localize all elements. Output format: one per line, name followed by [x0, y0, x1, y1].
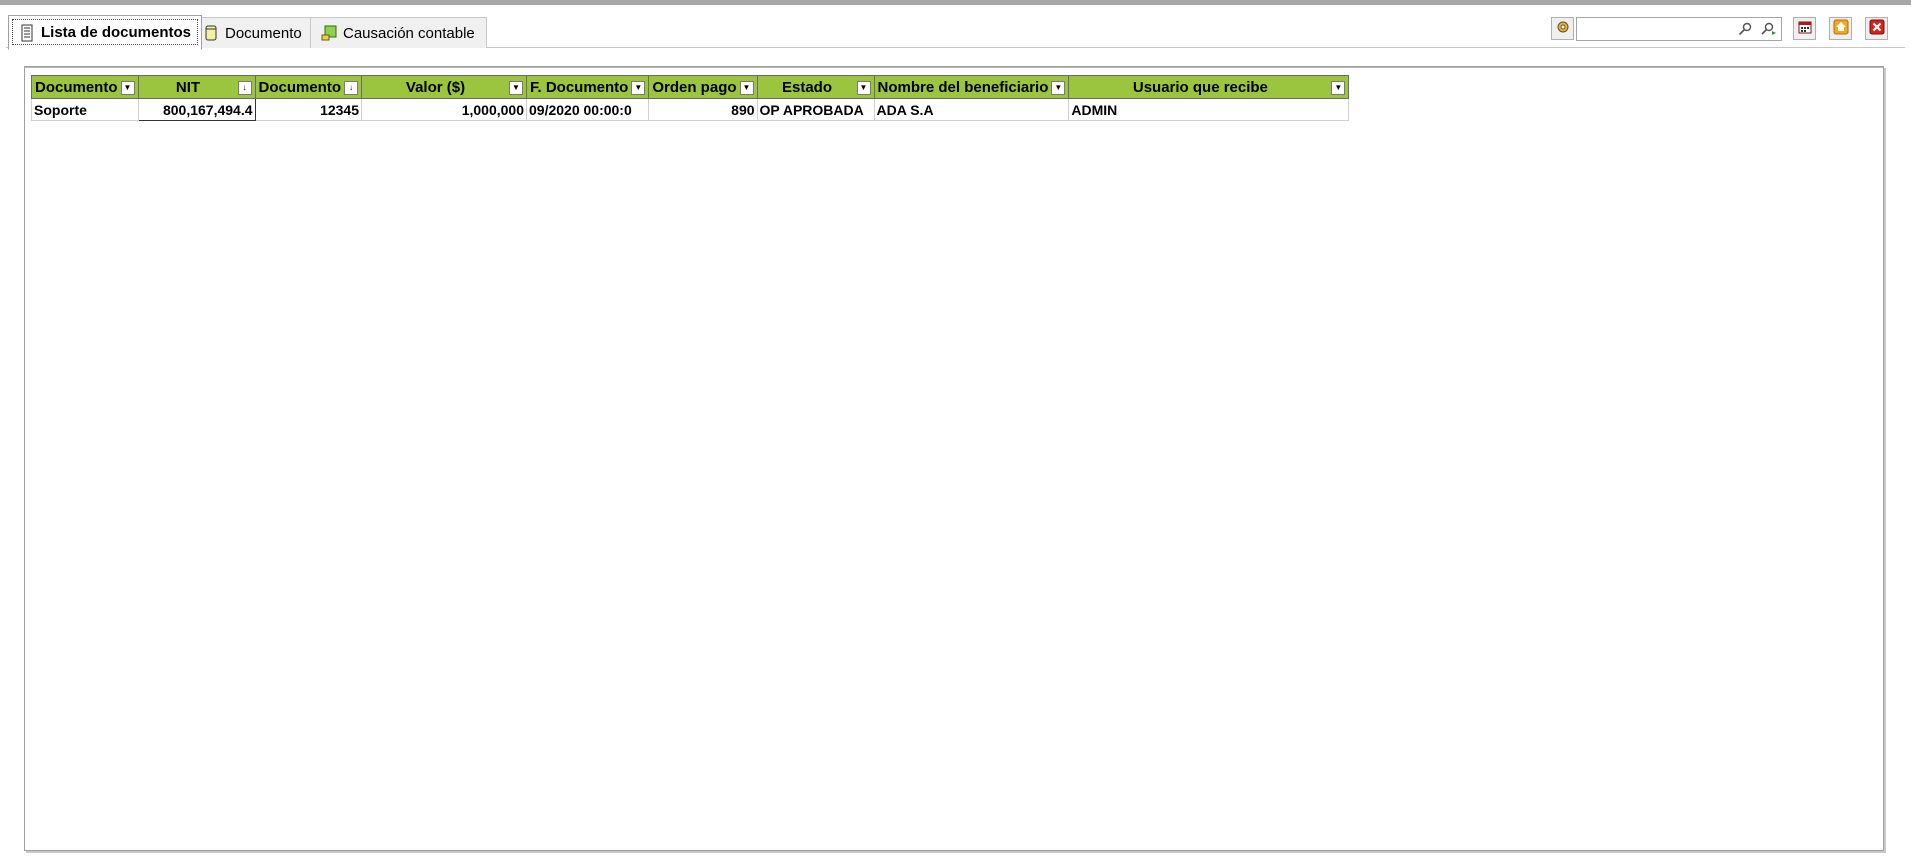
column-label: Nombre del beneficiario — [877, 78, 1049, 96]
column-label: F. Documento — [530, 78, 629, 96]
home-icon — [1833, 19, 1849, 38]
filter-dropdown-icon[interactable]: ▼ — [631, 81, 646, 95]
calendar-button[interactable] — [1793, 17, 1816, 40]
cell-fecha-documento[interactable]: 09/2020 00:00:0 — [525, 98, 650, 121]
cell-nit[interactable]: 800,167,494.4 — [137, 98, 256, 121]
cell-valor[interactable]: 1,000,000 — [361, 98, 527, 121]
column-header-nombre-beneficiario[interactable]: Nombre del beneficiario ▼ — [873, 75, 1070, 99]
column-label: Orden pago — [652, 78, 737, 96]
sort-icon[interactable]: ↓ — [237, 81, 252, 95]
cell-documento-tipo[interactable]: Soporte — [31, 98, 139, 121]
search-box[interactable] — [1576, 17, 1782, 41]
column-label: Estado — [782, 78, 833, 96]
table-row[interactable]: Soporte 800,167,494.4 12345 1,000,000 09… — [31, 98, 1350, 121]
column-header-orden-pago[interactable]: Orden pago ▼ — [648, 75, 758, 99]
column-header-nit[interactable]: NIT ↓ — [137, 75, 256, 99]
close-window-button[interactable] — [1865, 17, 1888, 40]
filter-dropdown-icon[interactable]: ▼ — [1331, 81, 1346, 95]
column-label: NIT — [175, 78, 201, 96]
accounting-icon — [321, 24, 337, 42]
search-input[interactable] — [1579, 20, 1729, 38]
config-button[interactable] — [1551, 17, 1574, 40]
filter-dropdown-icon[interactable]: ▼ — [739, 81, 754, 95]
document-cylinder-icon — [203, 24, 219, 42]
list-document-icon — [19, 24, 35, 42]
config-icon — [1555, 19, 1571, 38]
calendar-icon — [1798, 20, 1812, 37]
documents-grid: Documento ▼ NIT ↓ Documento ↓ Valor ($) … — [31, 75, 1350, 121]
filter-dropdown-icon[interactable]: ▼ — [1051, 81, 1066, 95]
column-header-estado[interactable]: Estado ▼ — [756, 75, 875, 99]
column-header-valor[interactable]: Valor ($) ▼ — [361, 75, 527, 99]
tab-label: Documento — [225, 24, 302, 42]
tab-strip: Lista de documentos Documento Causación … — [0, 5, 1911, 50]
filter-dropdown-icon[interactable]: ▼ — [120, 81, 135, 95]
search-icon[interactable] — [1735, 20, 1755, 38]
home-button[interactable] — [1829, 17, 1852, 40]
panel-top-line — [25, 67, 1883, 68]
column-label: Usuario que recibe — [1132, 78, 1268, 96]
tab-causacion-contable[interactable]: Causación contable — [310, 17, 487, 48]
tab-label: Lista de documentos — [41, 24, 192, 41]
filter-dropdown-icon[interactable]: ▼ — [856, 81, 871, 95]
column-label: Documento — [35, 78, 118, 96]
column-header-usuario-recibe[interactable]: Usuario que recibe ▼ — [1068, 75, 1350, 99]
tab-lista-de-documentos[interactable]: Lista de documentos — [8, 15, 203, 50]
column-header-documento-numero[interactable]: Documento ↓ — [254, 75, 362, 99]
cell-nombre-beneficiario[interactable]: ADA S.A — [873, 98, 1070, 121]
search-next-icon[interactable] — [1759, 20, 1779, 38]
header-row: Documento ▼ NIT ↓ Documento ↓ Valor ($) … — [31, 75, 1350, 99]
column-label: Documento — [258, 78, 342, 96]
close-window-icon — [1869, 19, 1885, 38]
sort-icon[interactable]: ↓ — [344, 81, 358, 95]
cell-documento-numero[interactable]: 12345 — [254, 98, 362, 121]
cell-estado[interactable]: OP APROBADA — [756, 98, 875, 121]
column-header-fecha-documento[interactable]: F. Documento ▼ — [525, 75, 650, 99]
toolbar — [1551, 17, 1911, 43]
filter-dropdown-icon[interactable]: ▼ — [509, 81, 523, 95]
document-list-panel: Documento ▼ NIT ↓ Documento ↓ Valor ($) … — [24, 66, 1884, 851]
column-header-documento-tipo[interactable]: Documento ▼ — [31, 75, 139, 99]
column-label: Valor ($) — [405, 78, 466, 96]
cell-orden-pago[interactable]: 890 — [648, 98, 758, 121]
tab-label: Causación contable — [343, 24, 475, 42]
tab-documento[interactable]: Documento — [192, 17, 313, 48]
cell-usuario-recibe[interactable]: ADMIN — [1068, 98, 1350, 121]
